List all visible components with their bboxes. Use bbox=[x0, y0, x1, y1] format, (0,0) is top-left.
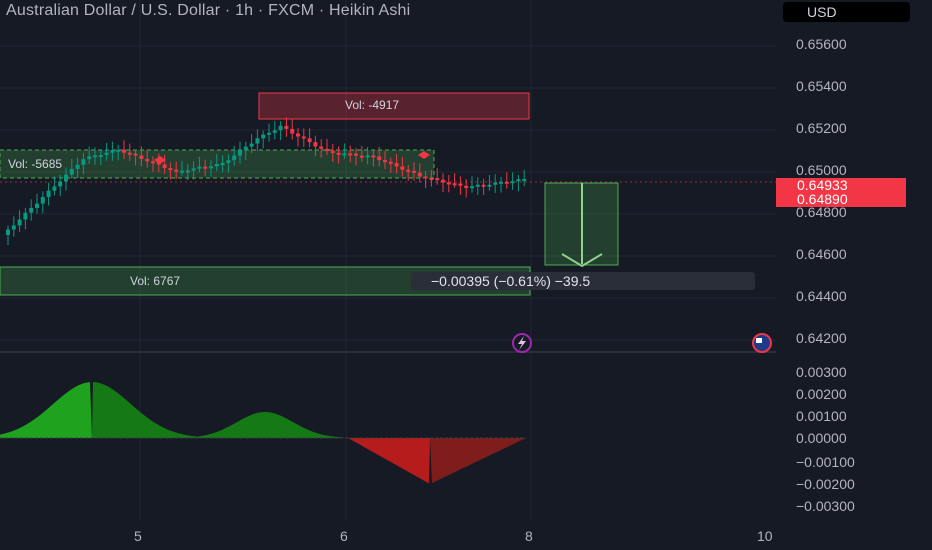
candle bbox=[284, 117, 289, 137]
candle bbox=[510, 172, 515, 190]
candle bbox=[23, 207, 28, 230]
histogram-up-falling bbox=[92, 382, 345, 438]
price-tick: 0.64400 bbox=[796, 288, 847, 304]
lightning-icon[interactable] bbox=[512, 333, 532, 353]
prev-close-badge: 0.64890 bbox=[776, 192, 906, 207]
candle bbox=[481, 178, 486, 195]
candle bbox=[504, 172, 509, 189]
candle bbox=[35, 193, 39, 214]
candle bbox=[493, 174, 498, 193]
vol-label-bottom: Vol: 6767 bbox=[130, 274, 181, 288]
candle bbox=[46, 182, 51, 206]
candle bbox=[290, 119, 295, 140]
price-tick: 0.65600 bbox=[796, 36, 847, 52]
candle bbox=[458, 176, 463, 195]
histogram-down-rising bbox=[430, 438, 526, 484]
candle bbox=[475, 176, 480, 195]
candle bbox=[487, 174, 492, 191]
candle bbox=[17, 210, 22, 232]
candles-layer bbox=[6, 117, 527, 245]
indicator-tick: −0.00300 bbox=[796, 498, 855, 514]
histogram-layer bbox=[0, 382, 526, 484]
price-tick: 0.64200 bbox=[796, 330, 847, 346]
flag-icon[interactable] bbox=[752, 333, 772, 353]
histogram-down-falling bbox=[348, 438, 430, 484]
candle bbox=[52, 176, 57, 196]
candle bbox=[261, 130, 266, 149]
candle bbox=[516, 174, 521, 192]
time-axis-bg[interactable] bbox=[0, 520, 776, 550]
vol-label-mid: Vol: -5685 bbox=[8, 157, 63, 171]
vol-label-top: Vol: -4917 bbox=[345, 98, 400, 112]
price-tick: 0.65000 bbox=[796, 162, 847, 178]
indicator-tick: 0.00100 bbox=[796, 408, 847, 424]
candle bbox=[441, 173, 445, 192]
chart-title: Australian Dollar / U.S. Dollar · 1h · F… bbox=[6, 2, 411, 19]
price-tick: 0.65200 bbox=[796, 120, 847, 136]
time-tick: 8 bbox=[525, 528, 533, 544]
candle bbox=[29, 199, 34, 221]
candle bbox=[278, 121, 283, 141]
price-tick: 0.65400 bbox=[796, 78, 847, 94]
candle bbox=[11, 216, 16, 237]
price-tick: 0.64600 bbox=[796, 246, 847, 262]
candle bbox=[6, 225, 10, 245]
candle bbox=[464, 179, 469, 198]
time-tick: 10 bbox=[757, 528, 773, 544]
indicator-tick: −0.00100 bbox=[796, 454, 855, 470]
candle bbox=[296, 127, 300, 147]
measure-readout: −0.00395 (−0.61%) −39.5 bbox=[411, 272, 755, 290]
candle bbox=[40, 191, 45, 214]
candle bbox=[307, 128, 312, 148]
candle bbox=[267, 123, 271, 142]
candle bbox=[470, 176, 474, 193]
time-tick: 6 bbox=[340, 528, 348, 544]
candle bbox=[301, 128, 306, 147]
indicator-tick: 0.00300 bbox=[796, 364, 847, 380]
currency-selector[interactable]: USD bbox=[783, 2, 910, 22]
candle bbox=[452, 173, 457, 188]
indicator-tick: 0.00000 bbox=[796, 430, 847, 446]
indicator-tick: 0.00200 bbox=[796, 386, 847, 402]
time-tick: 5 bbox=[134, 528, 142, 544]
candle bbox=[499, 176, 503, 193]
indicator-tick: −0.00200 bbox=[796, 476, 855, 492]
histogram-up-rising bbox=[0, 382, 92, 438]
candle bbox=[255, 129, 260, 151]
candle bbox=[446, 175, 451, 193]
